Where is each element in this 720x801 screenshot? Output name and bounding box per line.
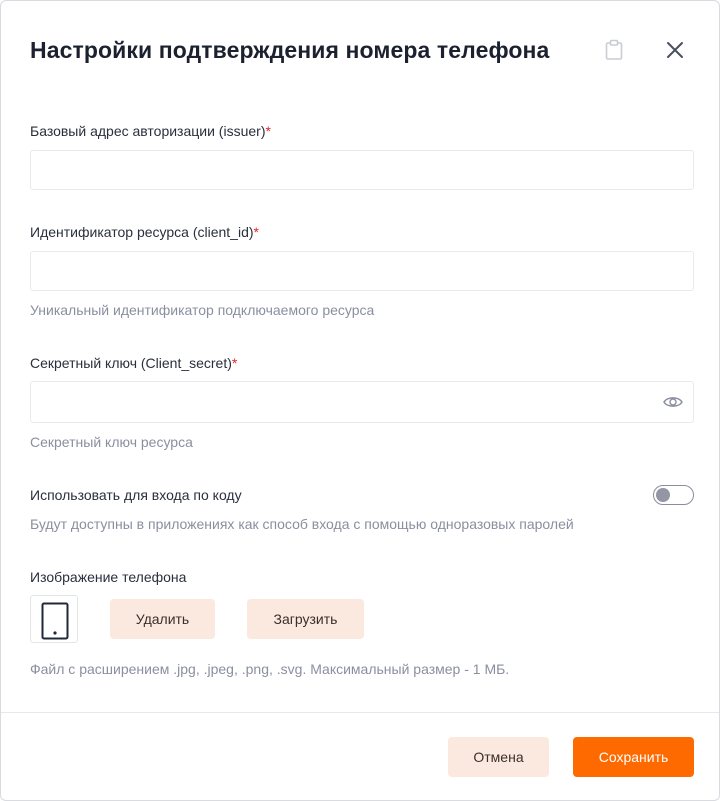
- client-secret-label: Секретный ключ (Client_secret)*: [30, 355, 237, 371]
- footer-divider: [1, 712, 719, 713]
- phone-image-hint: Файл с расширением .jpg, .jpeg, .png, .s…: [30, 661, 510, 677]
- eye-icon[interactable]: [662, 393, 684, 411]
- client-id-input[interactable]: [30, 251, 694, 291]
- delete-image-button[interactable]: Удалить: [110, 599, 215, 639]
- code-login-label: Использовать для входа по коду: [30, 487, 242, 503]
- client-secret-hint: Секретный ключ ресурса: [30, 434, 193, 450]
- dialog-title: Настройки подтверждения номера телефона: [30, 37, 550, 63]
- close-icon[interactable]: [664, 39, 686, 61]
- client-id-hint: Уникальный идентификатор подключаемого р…: [30, 302, 375, 318]
- dialog-header: Настройки подтверждения номера телефона: [30, 37, 695, 69]
- required-mark: *: [253, 224, 259, 240]
- toggle-knob: [656, 488, 670, 502]
- client-secret-input[interactable]: [30, 381, 694, 423]
- issuer-input[interactable]: [30, 150, 694, 190]
- required-mark: *: [231, 355, 238, 371]
- phone-confirmation-settings-dialog: Настройки подтверждения номера телефона …: [0, 0, 720, 801]
- client-id-label: Идентификатор ресурса (client_id)*: [30, 224, 259, 240]
- issuer-label-text: Базовый адрес авторизации (issuer): [30, 123, 266, 139]
- required-mark: *: [265, 123, 271, 139]
- issuer-label: Базовый адрес авторизации (issuer)*: [30, 123, 271, 139]
- phone-image-preview: [30, 595, 78, 643]
- client-secret-label-text: Секретный ключ (Client_secret): [30, 355, 232, 371]
- clipboard-icon[interactable]: [604, 39, 624, 61]
- phone-icon: [41, 602, 69, 640]
- phone-image-label: Изображение телефона: [30, 569, 187, 585]
- cancel-button[interactable]: Отмена: [448, 737, 549, 777]
- save-button[interactable]: Сохранить: [573, 737, 694, 777]
- code-login-toggle[interactable]: [653, 485, 694, 505]
- upload-image-button[interactable]: Загрузить: [247, 599, 364, 639]
- code-login-hint: Будут доступны в приложениях как способ …: [30, 516, 574, 532]
- client-id-label-text: Идентификатор ресурса (client_id): [30, 224, 254, 240]
